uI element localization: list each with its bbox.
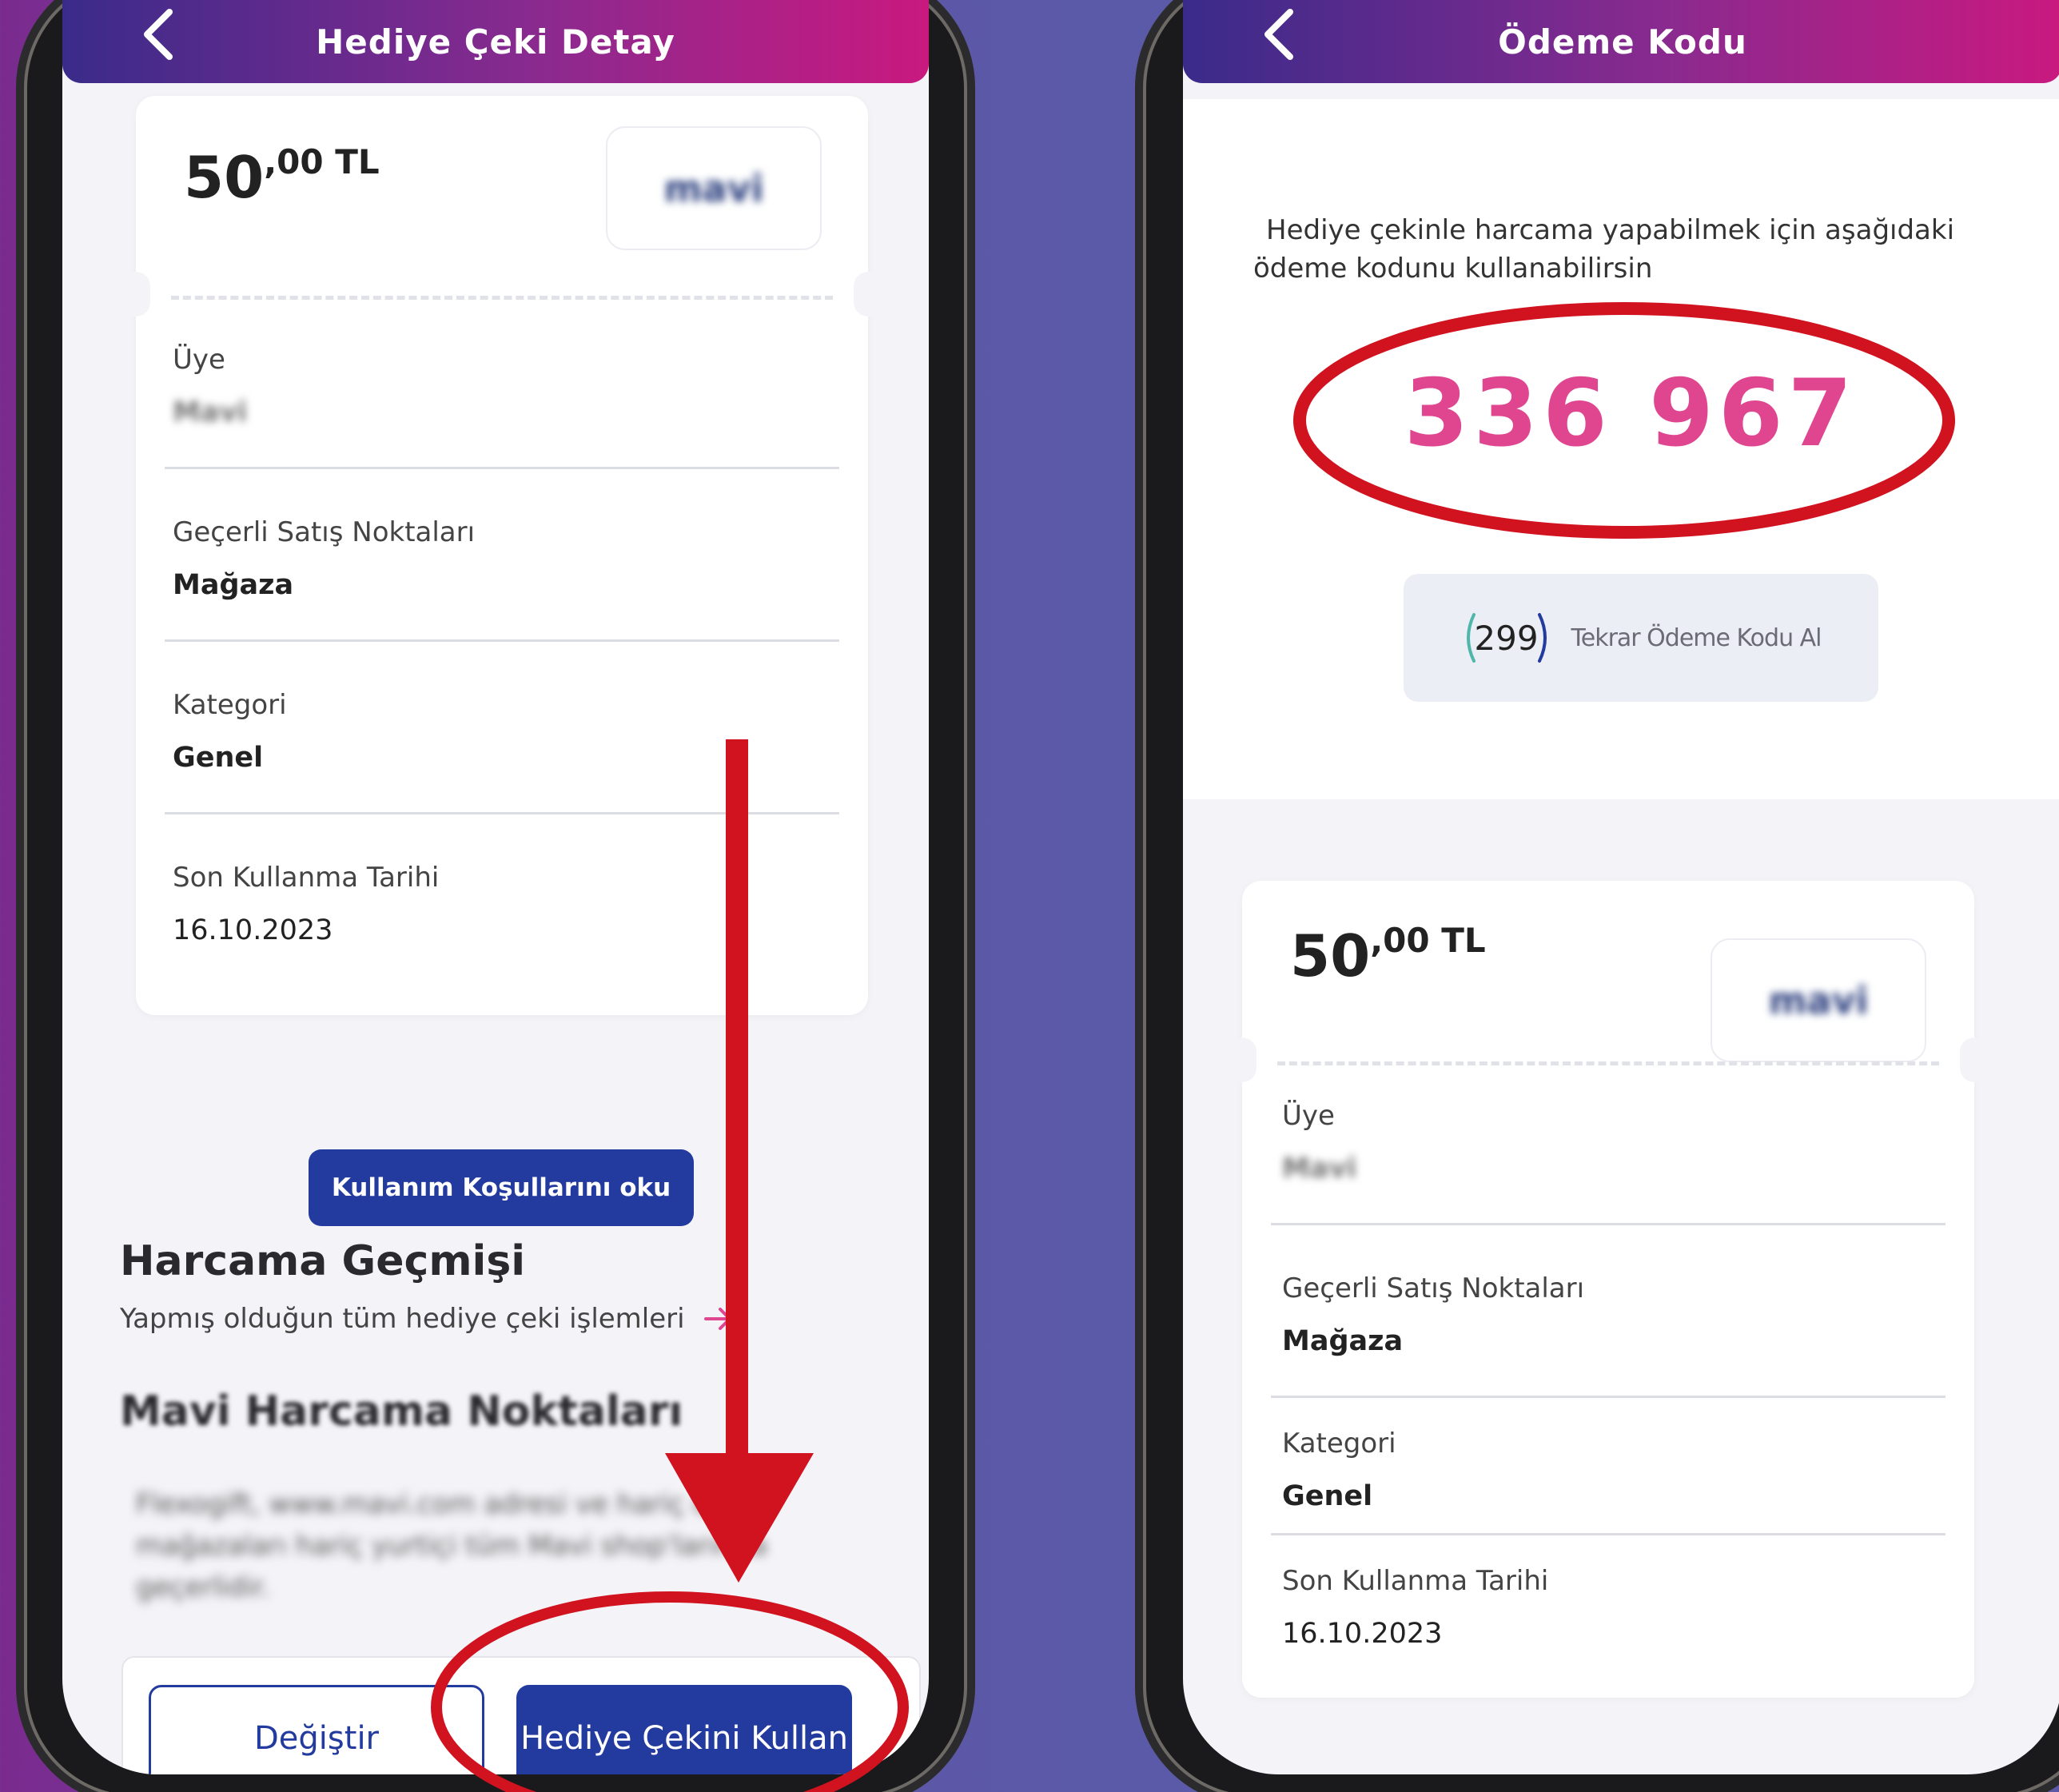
page-title: Ödeme Kodu xyxy=(1498,22,1747,62)
payment-info-line2: ödeme kodunu kullanabilirsin xyxy=(1253,253,1653,285)
ticket-notch-left xyxy=(121,272,150,317)
voucher-card: 50,00 TL mavi Üye Mavi Geçerli Satış Nok… xyxy=(121,96,882,1015)
countdown-timer: 299 xyxy=(1461,607,1552,669)
ticket-divider xyxy=(1277,1061,1939,1065)
right-screen: Ödeme Kodu Hediye çekinle harcama yapabi… xyxy=(1183,0,2059,1774)
countdown-seconds: 299 xyxy=(1474,618,1539,658)
brand-logo: mavi xyxy=(606,126,822,250)
field-value-member: Mavi xyxy=(173,396,248,428)
field-separator xyxy=(165,467,839,469)
arrow-right-icon xyxy=(703,1308,731,1330)
field-label-points-of-sale: Geçerli Satış Noktaları xyxy=(1282,1272,1585,1304)
history-subtitle: Yapmış olduğun tüm hediye çeki işlemleri xyxy=(120,1303,685,1335)
back-button[interactable] xyxy=(134,6,182,62)
field-separator xyxy=(1271,1223,1945,1225)
voucher-amount: 50,00 TL xyxy=(1290,921,1486,990)
field-label-expiry: Son Kullanma Tarihi xyxy=(1282,1565,1549,1597)
field-separator xyxy=(1271,1396,1945,1398)
points-body-line2: mağazaları hariç yurtiçi tüm Mavi shop'l… xyxy=(136,1530,768,1562)
field-value-expiry: 16.10.2023 xyxy=(173,914,333,946)
page-title: Hediye Çeki Detay xyxy=(316,22,675,62)
field-value-member: Mavi xyxy=(1282,1153,1357,1185)
ticket-notch-left xyxy=(1228,1037,1257,1082)
field-separator xyxy=(165,639,839,642)
chevron-left-icon xyxy=(1264,9,1293,60)
terms-button[interactable]: Kullanım Koşullarını oku xyxy=(309,1149,694,1226)
voucher-amount: 50,00 TL xyxy=(184,142,380,211)
ticket-notch-right xyxy=(854,272,882,317)
field-value-category: Genel xyxy=(1282,1480,1373,1512)
ticket-notch-right xyxy=(1960,1037,1989,1082)
use-voucher-button[interactable]: Hediye Çekini Kullan xyxy=(516,1685,852,1774)
field-separator xyxy=(165,812,839,814)
field-value-category: Genel xyxy=(173,742,264,774)
field-value-expiry: 16.10.2023 xyxy=(1282,1618,1443,1650)
right-phone: Ödeme Kodu Hediye çekinle harcama yapabi… xyxy=(1135,0,2059,1792)
points-body-line3: geçerlidir. xyxy=(136,1571,270,1603)
refresh-code-label: Tekrar Ödeme Kodu Al xyxy=(1571,623,1822,652)
change-button[interactable]: Değiştir xyxy=(149,1685,484,1774)
refresh-code-button[interactable]: 299 Tekrar Ödeme Kodu Al xyxy=(1404,574,1878,702)
history-link[interactable]: Yapmış olduğun tüm hediye çeki işlemleri xyxy=(120,1303,733,1335)
field-label-member: Üye xyxy=(173,344,225,376)
voucher-card: 50,00 TL mavi Üye Mavi Geçerli Satış Nok… xyxy=(1228,881,1989,1698)
chevron-left-icon xyxy=(144,9,173,60)
field-label-category: Kategori xyxy=(1282,1428,1396,1459)
brand-logo: mavi xyxy=(1711,938,1926,1062)
payment-code: 336 967 xyxy=(1404,360,1858,468)
field-label-expiry: Son Kullanma Tarihi xyxy=(173,862,440,894)
ticket-divider xyxy=(171,296,833,300)
left-phone: Hediye Çeki Detay 50,00 TL mavi Üye Mavi… xyxy=(16,0,975,1792)
field-label-points-of-sale: Geçerli Satış Noktaları xyxy=(173,516,476,548)
field-label-category: Kategori xyxy=(173,689,287,721)
history-title: Harcama Geçmişi xyxy=(120,1237,526,1285)
field-label-member: Üye xyxy=(1282,1100,1335,1132)
points-title: Mavi Harcama Noktaları xyxy=(120,1388,683,1436)
left-header: Hediye Çeki Detay xyxy=(62,0,929,83)
right-header: Ödeme Kodu xyxy=(1183,0,2059,83)
field-value-points-of-sale: Mağaza xyxy=(173,569,294,601)
points-body-line1: Flexogift, www.mavi.com adresi ve hariç … xyxy=(136,1488,773,1520)
payment-info-line1: Hediye çekinle harcama yapabilmek için a… xyxy=(1266,214,1955,246)
field-separator xyxy=(1271,1533,1945,1535)
back-button[interactable] xyxy=(1255,6,1303,62)
left-screen: Hediye Çeki Detay 50,00 TL mavi Üye Mavi… xyxy=(62,0,929,1774)
field-value-points-of-sale: Mağaza xyxy=(1282,1325,1404,1357)
